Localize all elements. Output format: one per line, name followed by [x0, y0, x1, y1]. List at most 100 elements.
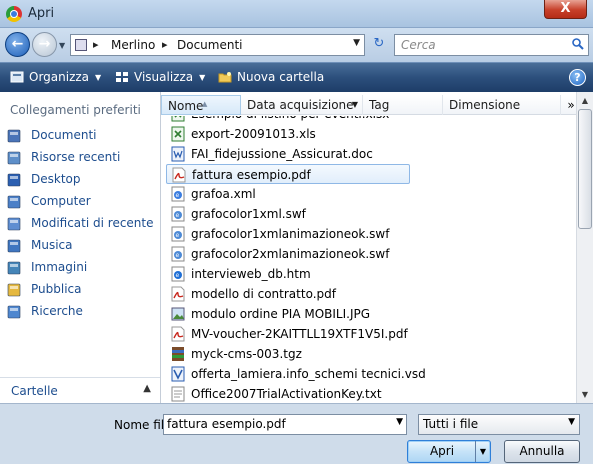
cancel-button[interactable]: Annulla — [504, 440, 580, 463]
file-row[interactable]: e grafocolor1xml.swf — [166, 204, 410, 224]
scroll-thumb[interactable] — [578, 109, 592, 229]
folders-toggle[interactable]: Cartelle ▲ — [0, 377, 160, 403]
breadcrumb-merlino[interactable]: Merlino — [111, 38, 155, 52]
recent-changes-icon — [7, 217, 21, 231]
command-toolbar: Organizza ▼ Visualizza ▼ Nuova cartella ? — [0, 62, 593, 92]
breadcrumb-separator-icon[interactable]: ▸ — [162, 38, 168, 51]
favorites-header: Collegamenti preferiti — [10, 103, 141, 117]
file-name: grafoa.xml — [191, 187, 256, 201]
refresh-button[interactable]: ↻ — [368, 36, 390, 54]
organize-button[interactable]: Organizza ▼ — [10, 70, 101, 84]
excel-file-icon — [171, 116, 185, 122]
file-row[interactable]: fattura esempio.pdf — [166, 164, 410, 184]
column-header-label: Nome — [168, 99, 204, 113]
nav-item-label: Computer — [31, 194, 91, 208]
column-header-tag[interactable]: Tag — [363, 95, 443, 115]
file-row[interactable]: e grafocolor2xmlanimazioneok.swf — [166, 244, 410, 264]
breadcrumb-separator-icon[interactable]: ▸ — [93, 38, 99, 51]
address-box[interactable]: ▸ Merlino ▸ Documenti ▼ — [70, 34, 365, 56]
file-row[interactable]: myck-cms-003.tgz — [166, 344, 410, 364]
chevron-down-icon: ▼ — [568, 417, 575, 427]
forward-button[interactable]: → — [32, 32, 57, 57]
vertical-scrollbar[interactable]: ▲ ▼ — [576, 92, 593, 403]
search-icon[interactable] — [572, 38, 584, 50]
scroll-up-icon[interactable]: ▲ — [577, 92, 593, 109]
file-rows: Esempio di listino per eventi.xlsx export… — [161, 116, 581, 403]
organize-icon — [10, 71, 24, 83]
chevron-down-icon: ▼ — [95, 73, 102, 82]
file-name: intervieweb_db.htm — [191, 267, 311, 281]
chevron-down-icon: ▼ — [199, 73, 206, 82]
nav-item-label: Documenti — [31, 128, 97, 142]
file-name: export-20091013.xls — [191, 127, 316, 141]
nav-item-musica[interactable]: Musica — [7, 236, 157, 256]
svg-text:e: e — [176, 192, 180, 199]
open-options-dropdown[interactable]: ▼ — [475, 441, 490, 462]
filename-input[interactable]: fattura esempio.pdf ▼ — [163, 414, 407, 435]
file-row[interactable]: e grafoa.xml — [166, 184, 410, 204]
column-header-label: Dimensione — [449, 98, 521, 112]
help-button[interactable]: ? — [569, 69, 586, 86]
address-bar-area: ← → ▼ ▸ Merlino ▸ Documenti ▼ ↻ Cerca — [0, 28, 593, 62]
archive-file-icon — [172, 347, 184, 361]
chevron-down-icon[interactable]: ▼ — [352, 95, 358, 115]
file-row[interactable]: modulo ordine PIA MOBILI.JPG — [166, 304, 410, 324]
nav-item-pubblica[interactable]: Pubblica — [7, 280, 157, 300]
scroll-down-icon[interactable]: ▼ — [577, 386, 593, 403]
nav-item-label: Immagini — [31, 260, 88, 274]
nav-item-label: Risorse recenti — [31, 150, 121, 164]
open-button[interactable]: Apri ▼ — [407, 440, 491, 463]
search-placeholder: Cerca — [401, 38, 436, 52]
address-history-dropdown[interactable]: ▼ — [353, 38, 360, 48]
flash-file-icon: e — [171, 206, 185, 222]
chevron-down-icon[interactable]: ▼ — [396, 417, 403, 427]
recent-pages-dropdown[interactable]: ▼ — [59, 41, 65, 50]
nav-item-ricerche[interactable]: Ricerche — [7, 302, 157, 322]
back-button[interactable]: ← — [5, 32, 30, 57]
file-row[interactable]: e intervieweb_db.htm — [166, 264, 410, 284]
file-name: FAI_fidejussione_Assicurat.doc — [191, 147, 373, 161]
file-name: myck-cms-003.tgz — [191, 347, 302, 361]
column-header-size[interactable]: Dimensione — [443, 95, 561, 115]
views-button[interactable]: Visualizza ▼ — [115, 70, 205, 84]
breadcrumb-documenti[interactable]: Documenti — [177, 38, 243, 52]
file-row[interactable]: Office2007TrialActivationKey.txt — [166, 384, 410, 403]
filetype-value: Tutti i file — [423, 417, 479, 431]
word-file-icon — [171, 146, 185, 162]
nav-item-modificati-di-recente[interactable]: Modificati di recente — [7, 214, 157, 234]
image-file-icon — [171, 307, 185, 321]
window-title: Apri — [28, 6, 55, 21]
pdf-file-icon — [171, 326, 185, 342]
file-row[interactable]: e grafocolor1xmlanimazioneok.swf — [166, 224, 410, 244]
nav-item-label: Desktop — [31, 172, 81, 186]
filetype-select[interactable]: Tutti i file ▼ — [418, 414, 580, 435]
column-header-name[interactable]: ▲ Nome — [161, 95, 241, 115]
open-label: Apri — [429, 444, 455, 458]
file-name: MV-voucher-2KAITTLL19XTF1V5I.pdf — [191, 327, 408, 341]
documents-icon — [7, 129, 21, 143]
text-file-icon — [171, 386, 185, 402]
file-row[interactable]: MV-voucher-2KAITTLL19XTF1V5I.pdf — [166, 324, 410, 344]
title-bar: Apri X — [0, 0, 593, 28]
file-row[interactable]: export-20091013.xls — [166, 124, 410, 144]
html-file-icon: e — [171, 266, 185, 282]
file-row[interactable]: offerta_lamiera.info_schemi tecnici.vsd — [166, 364, 426, 384]
column-header-date[interactable]: Data acquisizione ▼ — [241, 95, 363, 115]
nav-item-computer[interactable]: Computer — [7, 192, 157, 212]
nav-item-risorse-recenti[interactable]: Risorse recenti — [7, 148, 157, 168]
nav-item-desktop[interactable]: Desktop — [7, 170, 157, 190]
close-button[interactable]: X — [544, 0, 587, 19]
nav-item-label: Pubblica — [31, 282, 82, 296]
nav-item-documenti[interactable]: Documenti — [7, 126, 157, 146]
search-input[interactable]: Cerca — [394, 34, 589, 56]
pdf-file-icon — [172, 167, 186, 183]
new-folder-button[interactable]: Nuova cartella — [218, 70, 324, 84]
nav-item-immagini[interactable]: Immagini — [7, 258, 157, 278]
file-row[interactable]: modello di contratto.pdf — [166, 284, 410, 304]
file-row[interactable]: FAI_fidejussione_Assicurat.doc — [166, 144, 410, 164]
svg-text:e: e — [176, 272, 180, 279]
sort-ascending-icon: ▲ — [202, 100, 208, 108]
excel-file-icon — [171, 126, 185, 142]
file-row[interactable]: Esempio di listino per eventi.xlsx — [166, 116, 410, 124]
public-folder-icon — [7, 283, 21, 297]
